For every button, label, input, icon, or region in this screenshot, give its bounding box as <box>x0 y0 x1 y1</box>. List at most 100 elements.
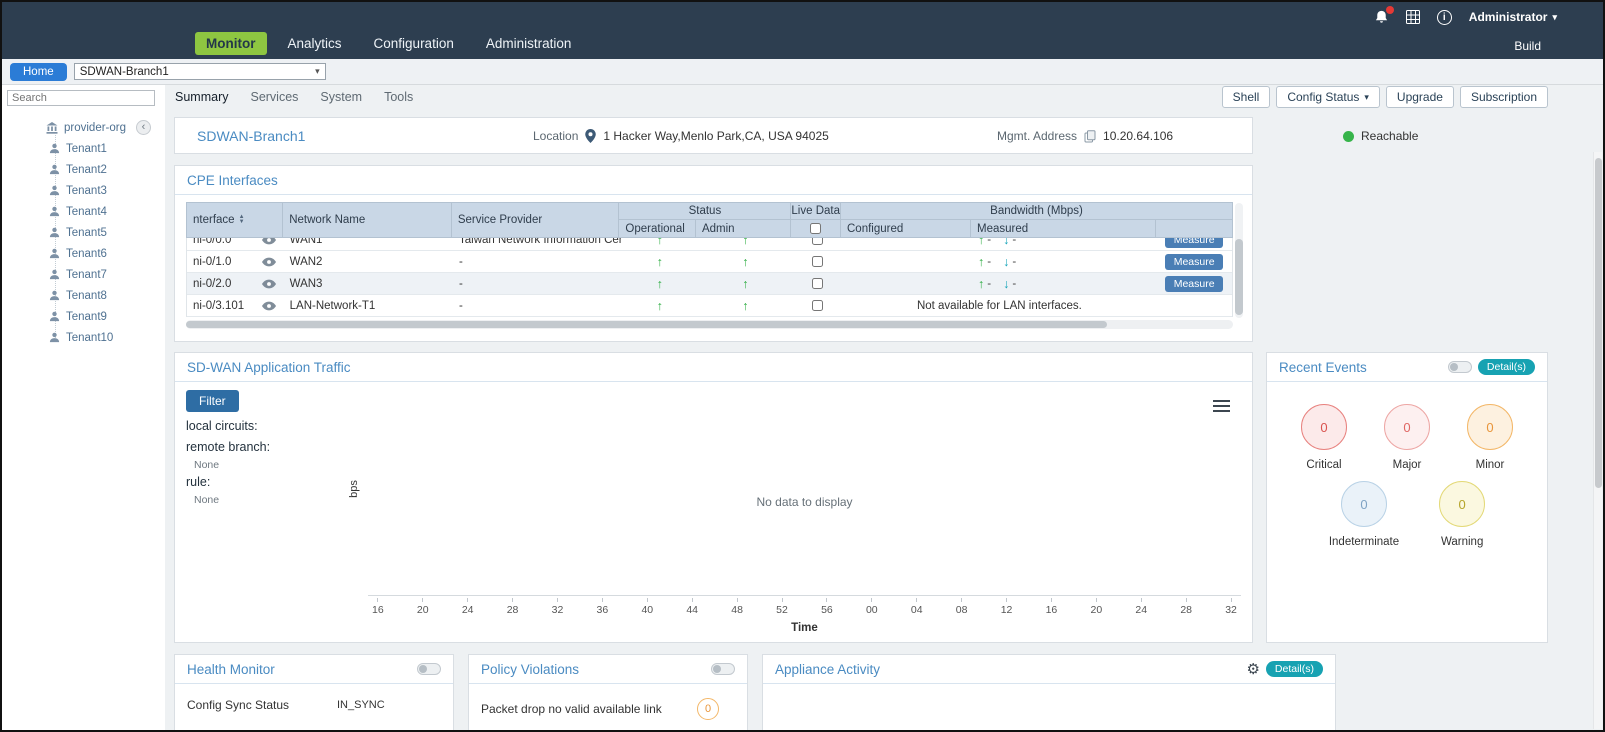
gear-icon[interactable]: ⚙ <box>1246 662 1259 677</box>
tab-summary[interactable]: Summary <box>175 90 228 104</box>
nav-tab-administration[interactable]: Administration <box>475 32 583 55</box>
apps-grid-icon[interactable] <box>1406 10 1420 24</box>
column-header-service-provider[interactable]: Service Provider <box>452 203 620 237</box>
event-minor[interactable]: 0 Minor <box>1467 404 1513 471</box>
tree-item-tenant2[interactable]: Tenant2 <box>2 159 165 180</box>
details-badge[interactable]: Detail(s) <box>1478 359 1535 375</box>
configured-bandwidth <box>842 273 972 294</box>
tab-system[interactable]: System <box>320 90 362 104</box>
measured-up-value: - <box>987 278 991 290</box>
eye-icon[interactable] <box>262 257 276 267</box>
details-toggle[interactable] <box>1448 361 1472 373</box>
tree-item-tenant6[interactable]: Tenant6 <box>2 243 165 264</box>
user-menu[interactable]: Administrator ▾ <box>1469 10 1557 24</box>
tenant-icon <box>49 332 60 343</box>
group-label: Live Data <box>791 203 840 220</box>
tree-item-tenant5[interactable]: Tenant5 <box>2 222 165 243</box>
page-scrollbar[interactable] <box>1593 152 1602 729</box>
location-pin-icon <box>585 129 596 143</box>
horizontal-scrollbar[interactable] <box>186 320 1233 329</box>
table-row[interactable]: ni-0/3.101 LAN-Network-T1 - ↑ ↑ Not avai… <box>187 295 1232 317</box>
column-header-measured[interactable]: Measured <box>971 220 1156 237</box>
column-header-network-name[interactable]: Network Name <box>283 203 452 237</box>
eye-icon[interactable] <box>262 279 276 289</box>
scrollbar-thumb[interactable] <box>186 321 1107 328</box>
eye-icon[interactable] <box>262 238 276 245</box>
appliance-select-value: SDWAN-Branch1 <box>80 66 169 78</box>
event-warning[interactable]: 0 Warning <box>1439 481 1485 548</box>
shell-button[interactable]: Shell <box>1222 86 1271 108</box>
column-header-admin[interactable]: Admin <box>696 220 790 237</box>
organization-icon <box>46 122 58 134</box>
table-row[interactable]: ni-0/1.0 WAN2 - ↑ ↑ ↑ - ↓ <box>187 251 1232 273</box>
notifications-bell-icon[interactable] <box>1374 9 1389 25</box>
search-input[interactable] <box>7 90 155 106</box>
nav-tab-configuration[interactable]: Configuration <box>363 32 465 55</box>
live-data-select-all-checkbox[interactable] <box>810 223 821 234</box>
up-arrow-icon: ↑ <box>742 255 748 269</box>
primary-nav: Monitor Analytics Configuration Administ… <box>195 32 582 55</box>
column-header-interface[interactable]: nterface ▲▼ <box>187 203 283 237</box>
eye-icon[interactable] <box>262 301 276 311</box>
violations-toggle[interactable] <box>711 663 735 675</box>
tree-item-label: Tenant9 <box>66 311 107 323</box>
measure-button[interactable]: Measure <box>1165 254 1223 270</box>
details-badge[interactable]: Detail(s) <box>1266 661 1323 677</box>
location-group: Location 1 Hacker Way,Menlo Park,CA, USA… <box>533 129 829 143</box>
event-major[interactable]: 0 Major <box>1384 404 1430 471</box>
subscription-button[interactable]: Subscription <box>1460 86 1548 108</box>
health-toggle[interactable] <box>417 663 441 675</box>
tree-item-label: Tenant7 <box>66 269 107 281</box>
filter-button[interactable]: Filter <box>186 390 239 412</box>
tree-item-tenant10[interactable]: Tenant10 <box>2 327 165 348</box>
info-icon[interactable]: i <box>1437 10 1452 25</box>
tree-item-provider-org[interactable]: provider-org ‹ <box>2 117 165 138</box>
appliance-name-link[interactable]: SDWAN-Branch1 <box>197 128 305 144</box>
event-critical[interactable]: 0 Critical <box>1301 404 1347 471</box>
table-row[interactable]: ni-0/2.0 WAN3 - ↑ ↑ ↑ - ↓ <box>187 273 1232 295</box>
build-link[interactable]: Build <box>1514 39 1541 53</box>
violation-label: Packet drop no valid available link <box>481 702 662 716</box>
tree-item-tenant9[interactable]: Tenant9 <box>2 306 165 327</box>
copy-icon[interactable] <box>1084 130 1096 143</box>
nav-tab-monitor[interactable]: Monitor <box>195 32 267 55</box>
live-data-checkbox[interactable] <box>812 278 823 289</box>
measure-button[interactable]: Measure <box>1165 238 1223 248</box>
live-data-checkbox[interactable] <box>812 256 823 267</box>
network-name: LAN-Network-T1 <box>284 295 453 316</box>
nav-tab-analytics[interactable]: Analytics <box>277 32 353 55</box>
scrollbar-thumb[interactable] <box>1235 239 1243 315</box>
tree-item-tenant3[interactable]: Tenant3 <box>2 180 165 201</box>
live-data-checkbox[interactable] <box>812 238 823 245</box>
measure-button[interactable]: Measure <box>1165 276 1223 292</box>
tab-services[interactable]: Services <box>250 90 298 104</box>
tree-item-label: Tenant3 <box>66 185 107 197</box>
column-header-operational[interactable]: Operational <box>619 220 696 237</box>
home-button[interactable]: Home <box>10 63 67 81</box>
live-data-checkbox[interactable] <box>812 300 823 311</box>
table-vertical-scrollbar[interactable] <box>1235 203 1243 318</box>
sort-icon: ▲▼ <box>239 215 245 225</box>
tree-item-tenant4[interactable]: Tenant4 <box>2 201 165 222</box>
tenant-icon <box>49 164 60 175</box>
tree-item-tenant1[interactable]: Tenant1 <box>2 138 165 159</box>
tree-item-tenant7[interactable]: Tenant7 <box>2 264 165 285</box>
field-label: remote branch: <box>186 440 270 454</box>
location-label: Location <box>533 129 578 143</box>
tree-item-label: provider-org <box>64 122 126 134</box>
tree-item-tenant8[interactable]: Tenant8 <box>2 285 165 306</box>
tab-tools[interactable]: Tools <box>384 90 413 104</box>
x-tick: 12 <box>1001 598 1013 616</box>
column-header-configured[interactable]: Configured <box>841 220 971 237</box>
appliance-select[interactable]: SDWAN-Branch1 ▾ <box>74 63 326 80</box>
service-provider: - <box>453 295 621 316</box>
configured-bandwidth <box>842 238 972 250</box>
violation-count-badge[interactable]: 0 <box>697 698 719 720</box>
upgrade-button[interactable]: Upgrade <box>1386 86 1454 108</box>
event-indeterminate[interactable]: 0 Indeterminate <box>1329 481 1399 548</box>
measured-bandwidth: ↑ - ↓ - <box>972 251 1156 272</box>
scrollbar-thumb[interactable] <box>1595 158 1602 488</box>
table-row[interactable]: ni-0/0.0 WAN1 Taiwan Network Information… <box>187 238 1232 251</box>
config-status-button[interactable]: Config Status ▾ <box>1276 86 1380 108</box>
collapse-tree-button[interactable]: ‹ <box>136 120 151 135</box>
